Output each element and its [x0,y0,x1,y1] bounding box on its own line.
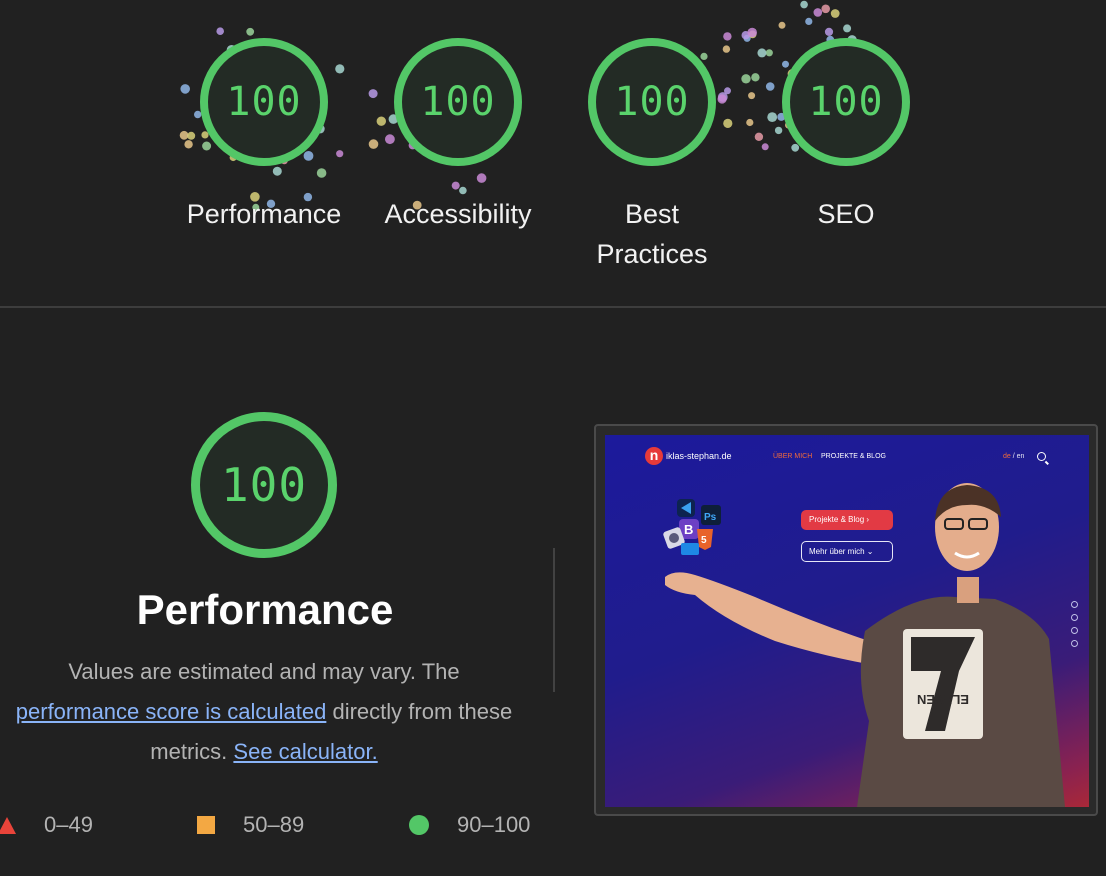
pagination-dot [1071,640,1078,647]
confetti-dot [778,21,786,29]
score-value: 100 [420,79,496,125]
section-divider [0,306,1106,308]
site-search-icon [1037,452,1046,461]
site-nav-about: ÜBER MICH [773,453,813,460]
confetti-dot [723,118,733,128]
score-ring: 100 [200,38,328,166]
performance-gauge-large: 100 [191,412,337,558]
score-calculation-link[interactable]: performance score is calculated [16,699,327,724]
site-navbar: n iklas-stephan.de ÜBER MICH PROJEKTE & … [605,447,1089,469]
confetti-dot [830,9,840,18]
final-screenshot[interactable]: n iklas-stephan.de ÜBER MICH PROJEKTE & … [594,424,1098,816]
score-value: 100 [808,79,884,125]
score-ring: 100 [191,412,337,558]
confetti-dot [717,94,727,104]
confetti-decoration [179,0,884,211]
confetti-dot [767,112,778,122]
site-language-switch: de / en [1003,453,1024,460]
gauge-label: SEO [817,199,875,229]
screenshot-image: n iklas-stephan.de ÜBER MICH PROJEKTE & … [605,435,1089,807]
confetti-dot [722,45,731,53]
confetti-dot [743,34,751,42]
site-name: iklas-stephan.de [666,451,732,461]
legend-item-pass: 90–100 [409,806,530,844]
confetti-dot [723,32,732,41]
site-pagination-dots [1071,601,1079,653]
score-legend: 0–49 50–89 90–100 [0,806,560,846]
score-ring: 100 [588,38,716,166]
legend-item-fail: 0–49 [0,806,93,844]
confetti-dot [246,27,255,36]
gauge-accessibility[interactable]: 100 Accessibility [384,38,532,234]
site-button-about: Mehr über mich ⌄ [801,541,893,562]
confetti-dot [335,64,345,74]
score-ring: 100 [782,38,910,166]
confetti-dot [180,84,190,94]
desc-text: Values are estimated and may vary. The [68,659,460,684]
lang-en: en [1016,453,1025,460]
confetti-dot [761,143,769,151]
confetti-dot [821,4,830,14]
gauge-label: Best Practices [596,199,708,269]
shirt-text: ELEVEN [917,692,969,707]
square-icon [197,816,215,834]
confetti-dot [717,92,728,102]
confetti-dot [751,73,760,82]
pagination-dot [1071,627,1078,634]
confetti-dot [757,48,767,58]
confetti-dot [376,116,386,126]
section-title: Performance [136,586,394,633]
gauge-seo[interactable]: 100 SEO [781,38,911,234]
confetti-dot [748,30,757,39]
lang-separator: / [1012,453,1015,460]
score-ring: 100 [394,38,522,166]
gauge-best-practices[interactable]: 100 Best Practices [587,38,717,274]
site-button-projects: Projekte & Blog › [801,510,893,530]
legend-range: 0–49 [44,812,93,837]
confetti-dot [843,24,852,33]
score-value: 100 [226,79,302,125]
gauge-label: Performance [186,199,342,229]
confetti-dot [216,27,224,35]
legend-range: 50–89 [243,812,305,837]
pagination-dot [1071,601,1078,608]
confetti-dot [746,118,754,127]
legend-item-average: 50–89 [197,806,304,844]
gauge-performance[interactable]: 100 Performance [187,38,341,234]
legend-range: 90–100 [457,812,531,837]
confetti-dot [187,131,196,140]
score-value: 100 [614,79,690,125]
confetti-dot [184,140,193,149]
lighthouse-report: 100 Performance 100 Accessibility 100 Be… [0,0,1106,876]
score-value: 100 [220,458,308,512]
confetti-dot [765,49,773,57]
confetti-dot [754,132,764,141]
calculator-link[interactable]: See calculator. [233,739,377,764]
confetti-dot [800,0,808,9]
confetti-dot [748,92,756,100]
confetti-dot [179,130,189,140]
confetti-dot [368,139,379,149]
confetti-dot [724,87,731,95]
lang-de: de [1003,453,1011,460]
site-logo-icon: n [645,447,663,465]
triangle-icon [0,816,16,834]
confetti-dot [368,89,378,99]
confetti-dot [741,31,750,40]
gauge-label: Accessibility [384,199,532,229]
confetti-dot [336,150,344,158]
confetti-dot [824,27,834,36]
confetti-dot [741,74,751,84]
performance-description: Values are estimated and may vary. The p… [4,652,524,772]
pagination-dot [1071,614,1078,621]
confetti-dot [805,17,813,25]
site-nav-projects: PROJEKTE & BLOG [821,453,886,460]
confetti-dot [747,27,757,38]
vertical-divider [553,548,555,692]
confetti-dot [813,8,823,17]
circle-icon [409,815,429,835]
confetti-dot [765,82,775,91]
